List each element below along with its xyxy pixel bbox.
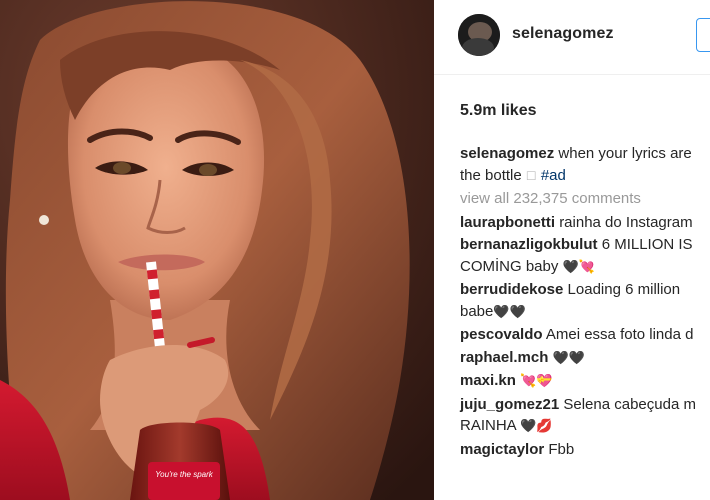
- avatar[interactable]: [458, 14, 500, 56]
- comment-username[interactable]: bernanazligokbulut: [460, 236, 598, 253]
- heart-emoji-icon: 💘💝: [520, 374, 553, 389]
- comment-username[interactable]: raphael.mch: [460, 349, 548, 366]
- comments-list: selenagomez when your lyrics are the bot…: [460, 143, 710, 460]
- comment-text: Selena cabeçuda m: [563, 395, 696, 413]
- post-header: selenagomez: [434, 0, 710, 75]
- list-item: magictaylor Fbb: [460, 439, 710, 461]
- heart-emoji-icon: 🖤🖤: [552, 350, 585, 366]
- avatar-image: [458, 14, 500, 56]
- heart-emoji-icon: 🖤💘: [562, 259, 595, 275]
- portrait-illustration: You're the spark: [0, 0, 434, 500]
- comment-username[interactable]: pescovaldo: [460, 326, 543, 343]
- comment-text-line2: COMİNG baby: [460, 257, 559, 275]
- comment-username[interactable]: magictaylor: [460, 441, 544, 458]
- post-sidebar: selenagomez 5.9m likes selenagomez when …: [434, 0, 710, 500]
- hashtag-link[interactable]: #ad: [541, 167, 566, 184]
- comment-text: Amei essa foto linda d: [545, 326, 694, 343]
- caption-text-line2: the bottle: [460, 166, 522, 184]
- follow-button[interactable]: [696, 18, 710, 52]
- view-all-comments-link[interactable]: view all 232,375 comments: [460, 188, 710, 210]
- comment-text: Fbb: [548, 440, 575, 458]
- list-item: bernanazligokbulut 6 MILLION IS COMİNG b…: [460, 234, 710, 278]
- list-item: pescovaldo Amei essa foto linda d: [460, 324, 710, 346]
- heart-emoji-icon: 🖤💋: [520, 419, 553, 434]
- list-item: berrudidekose Loading 6 million babe🖤🖤: [460, 279, 710, 323]
- comment-username[interactable]: maxi.kn: [460, 372, 516, 389]
- header-username[interactable]: selenagomez: [512, 25, 614, 43]
- comment-text-line2: RAINHA: [460, 417, 516, 434]
- comment-username[interactable]: laurapbonetti: [460, 214, 555, 231]
- list-item: raphael.mch 🖤🖤: [460, 347, 710, 370]
- list-item: juju_gomez21 Selena cabeçuda m RAINHA 🖤💋: [460, 394, 710, 438]
- likes-count[interactable]: 5.9m likes: [460, 102, 537, 120]
- comment-text: rainha do Instagram: [559, 213, 693, 231]
- comment-text: Loading 6 million: [567, 281, 681, 298]
- caption-text-line1: when your lyrics are: [558, 145, 692, 162]
- list-item: maxi.kn 💘💝: [460, 370, 710, 393]
- missing-glyph-icon: ☐: [525, 168, 537, 183]
- bottle-label: You're the spark: [155, 470, 214, 479]
- comment-text-line2: babe: [460, 302, 494, 320]
- post-photo[interactable]: You're the spark: [0, 0, 434, 500]
- comment-text: 6 MILLION IS: [601, 236, 693, 253]
- heart-emoji-icon: 🖤🖤: [493, 304, 526, 320]
- caption-username[interactable]: selenagomez: [460, 145, 554, 162]
- caption: selenagomez when your lyrics are the bot…: [460, 143, 710, 187]
- comment-username[interactable]: berrudidekose: [460, 281, 563, 298]
- list-item: laurapbonetti rainha do Instagram: [460, 212, 710, 234]
- comment-username[interactable]: juju_gomez21: [460, 396, 559, 413]
